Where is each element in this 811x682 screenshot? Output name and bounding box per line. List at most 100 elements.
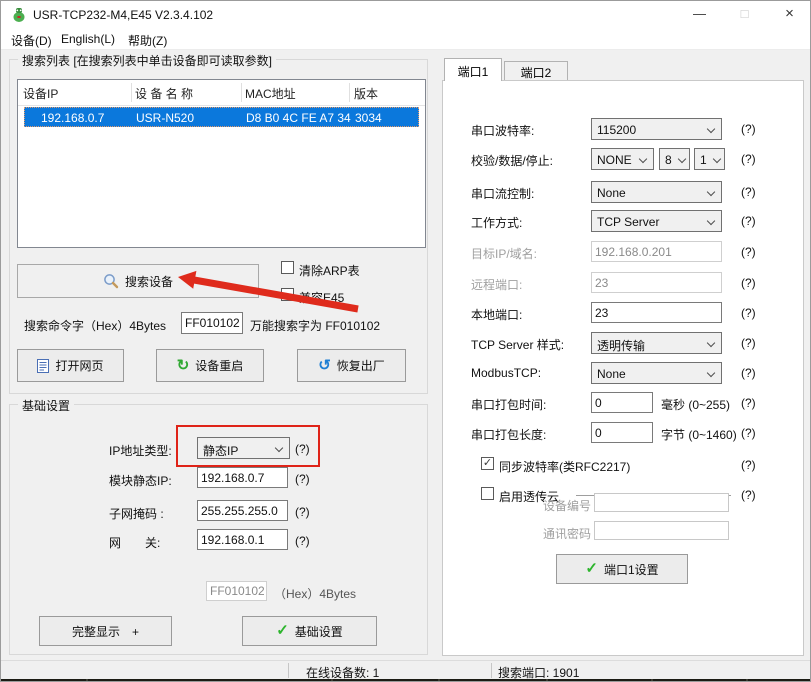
pack-len-input[interactable] (591, 422, 653, 443)
cloud-help[interactable]: (?) (741, 488, 756, 502)
ip-type-help[interactable]: (?) (295, 442, 310, 456)
search-device-button-label: 搜索设备 (125, 273, 173, 290)
factory-reset-button[interactable]: ↺ 恢复出厂 (297, 349, 406, 382)
maximize-button[interactable]: □ (722, 1, 767, 29)
tcp-style-label: TCP Server 样式: (471, 336, 564, 353)
device-id-label: 设备编号 (543, 497, 591, 514)
modbus-label: ModbusTCP: (471, 366, 541, 380)
ip-type-label: IP地址类型: (109, 442, 172, 459)
col-header-version[interactable]: 版本 (354, 85, 378, 102)
window-title: USR-TCP232-M4,E45 V2.3.4.102 (33, 8, 213, 22)
local-port-help[interactable]: (?) (741, 306, 756, 320)
static-ip-label: 模块静态IP: (109, 472, 172, 489)
menu-device[interactable]: 设备(D) (11, 32, 52, 49)
factory-reset-label: 恢复出厂 (337, 357, 385, 374)
static-ip-help[interactable]: (?) (295, 472, 310, 486)
sync-baud-label: 同步波特率(类RFC2217) (499, 458, 630, 475)
subnet-mask-input[interactable] (197, 500, 288, 521)
flow-control-help[interactable]: (?) (741, 185, 756, 199)
stop-bits-select[interactable]: 1 (694, 148, 725, 170)
chevron-down-icon (707, 188, 715, 196)
menu-bar: 设备(D) English(L) 帮助(Z) (1, 29, 810, 50)
dest-ip-help[interactable]: (?) (741, 245, 756, 259)
flow-control-label: 串口流控制: (471, 185, 534, 202)
minimize-button[interactable]: — (677, 1, 722, 29)
restart-icon: ↻ (177, 359, 190, 373)
port1-apply-label: 端口1设置 (604, 561, 659, 578)
check-icon: ✓ (276, 624, 289, 638)
pack-time-help[interactable]: (?) (741, 396, 756, 410)
table-row-selected[interactable]: 192.168.0.7 USR-N520 D8 B0 4C FE A7 34 3… (24, 107, 419, 127)
status-divider (288, 663, 289, 678)
cell-device-ip: 192.168.0.7 (41, 111, 104, 125)
work-mode-help[interactable]: (?) (741, 214, 756, 228)
modbus-select[interactable]: None (591, 362, 722, 384)
cloud-checkbox[interactable] (481, 487, 494, 500)
checkbox-check-icon: ✓ (483, 457, 492, 469)
local-port-input[interactable] (591, 302, 722, 323)
flow-control-select[interactable]: None (591, 181, 722, 203)
device-table-header: 设备IP 设 备 名 称 MAC地址 版本 (18, 80, 425, 106)
parity-select[interactable]: NONE (591, 148, 654, 170)
search-device-button[interactable]: 搜索设备 (17, 264, 259, 298)
clear-arp-label: 清除ARP表 (299, 262, 360, 279)
col-header-device-ip[interactable]: 设备IP (23, 85, 58, 102)
subnet-mask-help[interactable]: (?) (295, 505, 310, 519)
sync-baud-help[interactable]: (?) (741, 458, 756, 472)
ip-type-select[interactable]: 静态IP (197, 437, 290, 459)
chevron-down-icon (707, 339, 715, 347)
universal-search-hint: 万能搜索字为 FF010102 (250, 317, 380, 334)
basic-settings-apply-button[interactable]: ✓ 基础设置 (242, 616, 377, 646)
static-ip-input[interactable] (197, 467, 288, 488)
full-display-button[interactable]: 完整显示 + (39, 616, 172, 646)
cell-version: 3034 (355, 111, 382, 125)
search-cmd-input[interactable] (181, 312, 243, 334)
tcp-style-help[interactable]: (?) (741, 336, 756, 350)
basic-settings-group-title: 基础设置 (18, 397, 74, 414)
tab-port1[interactable]: 端口1 (444, 58, 502, 81)
full-display-label: 完整显示 + (72, 623, 139, 640)
menu-english[interactable]: English(L) (61, 32, 115, 46)
gateway-help[interactable]: (?) (295, 534, 310, 548)
close-button[interactable]: × (767, 1, 811, 29)
port1-apply-button[interactable]: ✓ 端口1设置 (556, 554, 688, 584)
parity-help[interactable]: (?) (741, 152, 756, 166)
gateway-input[interactable] (197, 529, 288, 550)
menu-help[interactable]: 帮助(Z) (128, 32, 167, 49)
remote-port-help[interactable]: (?) (741, 276, 756, 290)
baud-help[interactable]: (?) (741, 122, 756, 136)
gateway-label: 网 关: (109, 534, 160, 551)
column-divider[interactable] (349, 83, 350, 102)
col-header-device-name[interactable]: 设 备 名 称 (135, 85, 193, 102)
pack-time-label: 串口打包时间: (471, 396, 546, 413)
remote-port-input (591, 272, 722, 293)
dest-ip-input (591, 241, 722, 262)
app-icon (11, 7, 27, 23)
search-cmd-label: 搜索命令字（Hex）4Bytes (24, 317, 166, 334)
pack-len-help[interactable]: (?) (741, 426, 756, 440)
stop-bits-value: 1 (700, 153, 707, 167)
column-divider[interactable] (241, 83, 242, 102)
data-bits-select[interactable]: 8 (659, 148, 690, 170)
sync-baud-checkbox[interactable]: ✓ (481, 457, 494, 470)
basic-hex-input (206, 581, 267, 601)
compat-e45-checkbox[interactable] (281, 288, 294, 301)
pack-time-input[interactable] (591, 392, 653, 413)
baud-select[interactable]: 115200 (591, 118, 722, 140)
column-divider[interactable] (131, 83, 132, 102)
col-header-mac[interactable]: MAC地址 (245, 85, 296, 102)
modbus-help[interactable]: (?) (741, 366, 756, 380)
parity-value: NONE (597, 153, 632, 167)
open-webpage-button[interactable]: 打开网页 (17, 349, 124, 382)
baud-label: 串口波特率: (471, 122, 534, 139)
device-restart-button[interactable]: ↻ 设备重启 (156, 349, 264, 382)
ip-type-value: 静态IP (203, 442, 238, 459)
open-webpage-label: 打开网页 (55, 357, 103, 374)
work-mode-select[interactable]: TCP Server (591, 210, 722, 232)
clear-arp-checkbox[interactable] (281, 261, 294, 274)
check-icon: ✓ (585, 562, 598, 576)
flow-control-value: None (597, 186, 626, 200)
tab-port2[interactable]: 端口2 (504, 61, 568, 80)
device-id-input (594, 493, 729, 512)
tcp-style-select[interactable]: 透明传输 (591, 332, 722, 354)
